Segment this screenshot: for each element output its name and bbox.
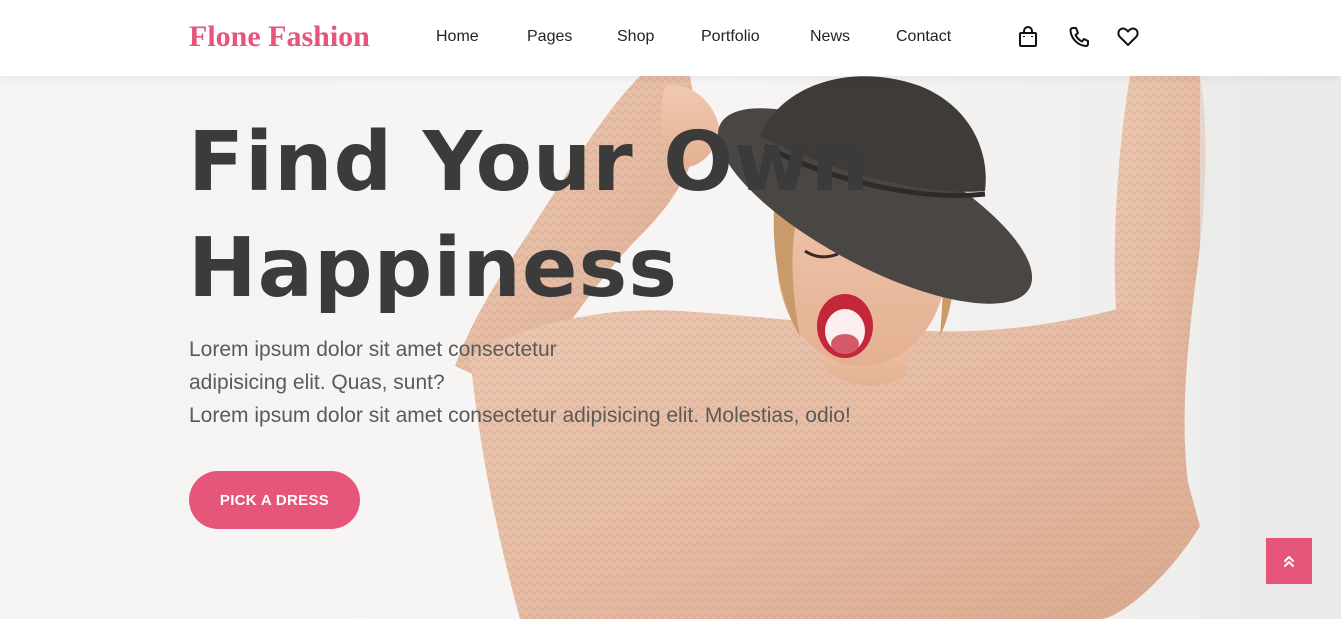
hero-subtitle-line-2: adipisicing elit. Quas, sunt? [189,371,445,394]
heart-icon[interactable] [1115,24,1141,50]
hero-subtitle-line-1: Lorem ipsum dolor sit amet consectetur [189,338,557,361]
double-chevron-up-icon [1284,556,1294,567]
nav-item-contact[interactable]: Contact [896,28,951,46]
hero-title: Find Your Own Happiness [188,110,870,322]
hero-title-line-2: Happiness [188,221,679,316]
hero-subtitle-line-3: Lorem ipsum dolor sit amet consectetur a… [189,404,851,427]
pick-a-dress-button[interactable]: PICK A DRESS [189,471,360,529]
site-header: Flone Fashion Home Pages Shop Portfolio … [0,0,1341,76]
phone-icon[interactable] [1066,24,1092,50]
nav-item-news[interactable]: News [810,28,850,46]
scroll-to-top-button[interactable] [1266,538,1312,584]
nav-item-home[interactable]: Home [436,28,479,46]
hero-title-line-1: Find Your Own [188,115,871,210]
hero-section: Find Your Own Happiness Lorem ipsum dolo… [0,76,1341,619]
nav-item-shop[interactable]: Shop [617,28,654,46]
hero-subtitle: Lorem ipsum dolor sit amet consectetur a… [189,333,851,432]
site-logo[interactable]: Flone Fashion [189,20,370,54]
nav-item-pages[interactable]: Pages [527,28,572,46]
nav-item-portfolio[interactable]: Portfolio [701,28,760,46]
shopping-bag-icon[interactable] [1015,24,1041,50]
